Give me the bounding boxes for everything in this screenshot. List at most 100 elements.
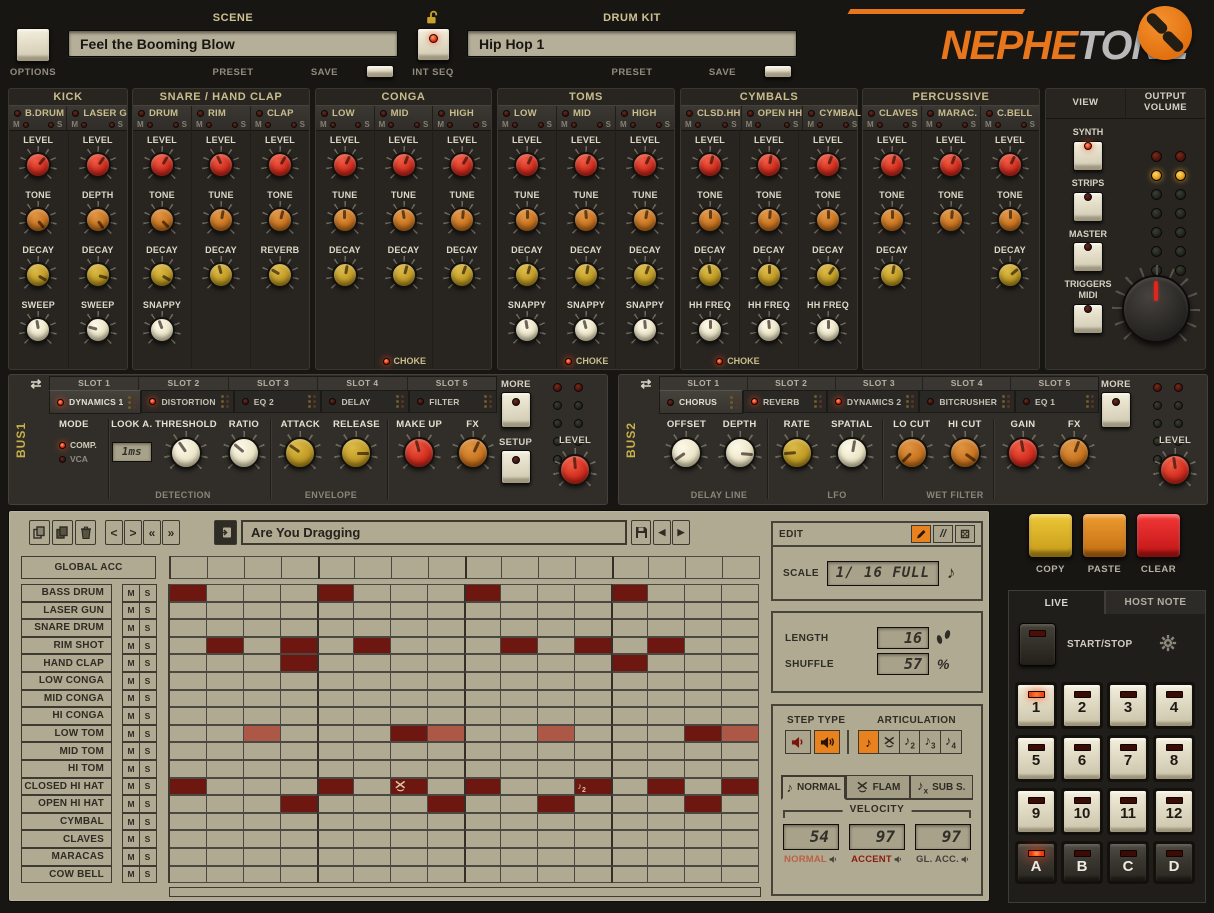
step-cell-6[interactable]	[354, 690, 391, 708]
step-cell-5[interactable]	[317, 813, 354, 831]
step-cell-7[interactable]	[391, 725, 428, 743]
bus2-knobs-depth-knob[interactable]	[718, 431, 762, 475]
tab-normal[interactable]: ♪NORMAL	[781, 775, 846, 800]
mute-button[interactable]: M	[122, 619, 140, 637]
clsd-hh-tone-knob[interactable]	[691, 201, 729, 239]
step-cell-4[interactable]	[281, 707, 318, 725]
velocity-accent-value[interactable]: 97	[849, 824, 905, 850]
b-drum-level-knob[interactable]	[19, 146, 57, 184]
view-triggers-midi-button[interactable]	[1073, 304, 1103, 334]
track-label-rim-shot[interactable]: RIM SHOT	[21, 637, 112, 655]
step-cell-11[interactable]	[538, 707, 575, 725]
mid-tune-knob[interactable]	[385, 201, 423, 239]
step-cell-16[interactable]	[722, 602, 759, 620]
step-cell-7[interactable]	[391, 619, 428, 637]
bus2-fx-tab-dynamics-2[interactable]: DYNAMICS 2	[827, 391, 919, 413]
solo-button[interactable]: S	[139, 725, 157, 743]
low-snappy-knob[interactable]	[508, 311, 546, 349]
low-decay-knob[interactable]	[326, 256, 364, 294]
step-cell-7[interactable]	[391, 760, 428, 778]
solo-button[interactable]: S	[139, 795, 157, 813]
step-cell-12[interactable]	[575, 602, 612, 620]
solo-group[interactable]: S	[414, 120, 428, 129]
paste-pattern-button[interactable]	[52, 520, 73, 545]
view-synth-button[interactable]	[1073, 141, 1103, 171]
solo-group[interactable]: S	[1021, 120, 1035, 129]
step-cell-9[interactable]	[464, 637, 501, 655]
step-cell-3[interactable]	[245, 556, 282, 579]
track-label-laser-gun[interactable]: LASER GUN	[21, 602, 112, 620]
mute-button[interactable]: M	[122, 637, 140, 655]
bus2-fx-tab-chorus[interactable]: CHORUS	[659, 390, 743, 414]
c-bell-decay-knob[interactable]	[991, 256, 1029, 294]
step-cell-10[interactable]	[501, 848, 538, 866]
step-cell-6[interactable]	[354, 672, 391, 690]
track-label-hi-tom[interactable]: HI TOM	[21, 760, 112, 778]
step-cell-15[interactable]	[685, 813, 722, 831]
step-cell-8[interactable]	[428, 707, 465, 725]
step-cell-9[interactable]	[464, 707, 501, 725]
track-label-snare-drum[interactable]: SNARE DRUM	[21, 619, 112, 637]
step-cell-14[interactable]	[648, 813, 685, 831]
step-cell-15[interactable]	[685, 584, 722, 602]
step-cell-12[interactable]	[575, 690, 612, 708]
step-cell-12[interactable]: ♪2	[575, 778, 612, 796]
step-cell-6[interactable]	[354, 778, 391, 796]
pattern-button-7[interactable]: 7	[1107, 735, 1149, 782]
step-cell-9[interactable]	[464, 795, 501, 813]
bus1-fx-tab-distortion[interactable]: DISTORTION	[141, 391, 233, 413]
mute-button[interactable]: M	[122, 813, 140, 831]
step-cell-7[interactable]	[391, 742, 428, 760]
c-bell-level-knob[interactable]	[991, 146, 1029, 184]
step-cell-1[interactable]	[170, 637, 207, 655]
step-cell-7[interactable]	[391, 866, 428, 884]
track-label-mid-conga[interactable]: MID CONGA	[21, 690, 112, 708]
step-cell-3[interactable]	[244, 742, 281, 760]
mute-button[interactable]: M	[122, 848, 140, 866]
step-cell-6[interactable]	[354, 866, 391, 884]
step-cell-4[interactable]	[281, 637, 318, 655]
step-cell-5[interactable]	[317, 830, 354, 848]
step-cell-5[interactable]	[317, 848, 354, 866]
step-cell-1[interactable]	[170, 690, 207, 708]
bus2-knobs-fx-knob[interactable]	[1052, 431, 1096, 475]
step-cell-10[interactable]	[501, 866, 538, 884]
step-cell-10[interactable]	[501, 602, 538, 620]
step-cell-16[interactable]	[722, 760, 759, 778]
step-cell-9[interactable]	[464, 813, 501, 831]
step-cell-11[interactable]	[538, 725, 575, 743]
open-hh-hh-freq-knob[interactable]	[750, 311, 788, 349]
pattern-button-4[interactable]: 4	[1153, 682, 1195, 729]
step-type-speaker-loud[interactable]	[814, 730, 840, 754]
open-hh-level-knob[interactable]	[750, 146, 788, 184]
step-cell-7[interactable]	[391, 602, 428, 620]
step-cell-9[interactable]	[464, 602, 501, 620]
solo-button[interactable]: S	[139, 707, 157, 725]
step-cell-7[interactable]	[391, 690, 428, 708]
track-label-low-tom[interactable]: LOW TOM	[21, 725, 112, 743]
step-cell-16[interactable]	[722, 725, 759, 743]
step-cell-3[interactable]	[244, 760, 281, 778]
step-cell-2[interactable]	[207, 654, 244, 672]
track-label-hi-conga[interactable]: HI CONGA	[21, 707, 112, 725]
mute-button[interactable]: M	[122, 725, 140, 743]
mute-button[interactable]: M	[122, 654, 140, 672]
mute-button[interactable]: M	[122, 778, 140, 796]
step-cell-14[interactable]	[648, 830, 685, 848]
bus2-more-button[interactable]	[1101, 392, 1131, 428]
solo-button[interactable]: S	[139, 742, 157, 760]
step-cell-7[interactable]	[391, 584, 428, 602]
mode-option-vca[interactable]: VCA	[59, 454, 88, 464]
step-cell-12[interactable]	[575, 866, 612, 884]
step-cell-9[interactable]	[464, 778, 501, 796]
mute-button[interactable]: M	[122, 830, 140, 848]
step-cell-15[interactable]	[685, 619, 722, 637]
claves-tone-knob[interactable]	[873, 201, 911, 239]
mute-button[interactable]: M	[122, 602, 140, 620]
step-cell-1[interactable]	[170, 725, 207, 743]
global-accent-button[interactable]: GLOBAL ACC	[21, 556, 156, 579]
bus2-slot-slot-1[interactable]: SLOT 1	[660, 377, 747, 390]
step-cell-15[interactable]	[685, 637, 722, 655]
bus1-fx-tab-filter[interactable]: FILTER	[409, 391, 497, 413]
mode-option-comp[interactable]: COMP.	[59, 440, 97, 450]
